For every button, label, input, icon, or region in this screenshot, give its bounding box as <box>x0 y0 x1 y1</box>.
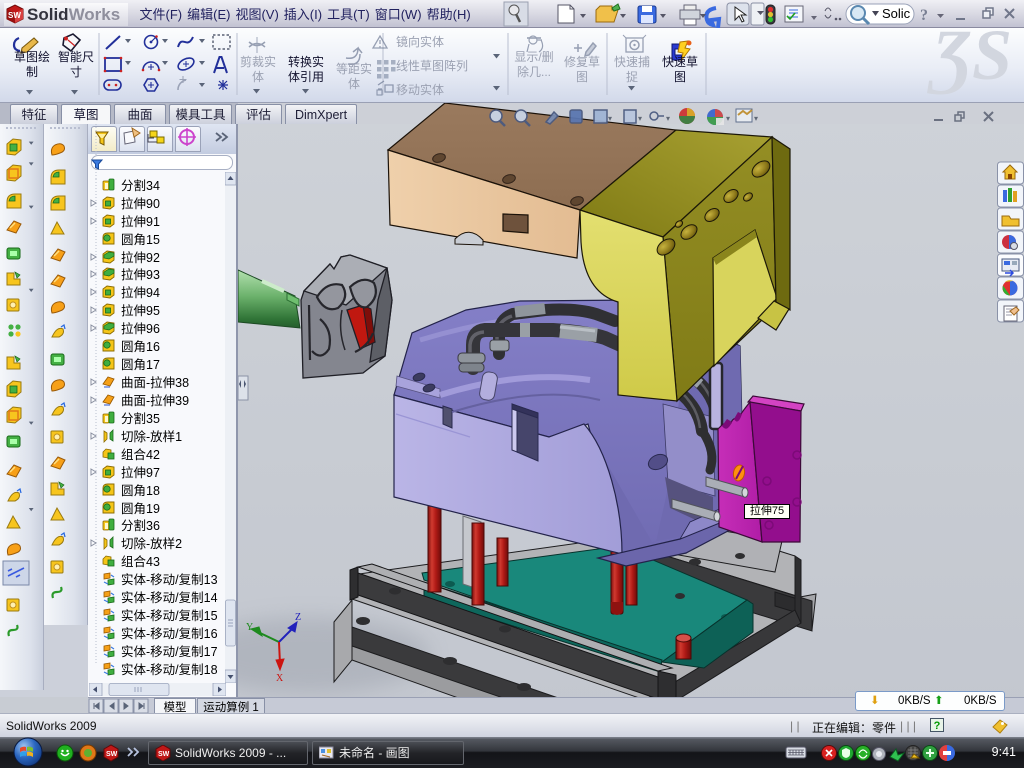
svg-text:拉伸93: 拉伸93 <box>121 267 160 282</box>
svg-text:实体-移动/复制13: 实体-移动/复制13 <box>121 572 218 587</box>
svg-text:曲面-拉伸39: 曲面-拉伸39 <box>121 393 189 408</box>
svg-text:分割36: 分割36 <box>121 518 160 533</box>
svg-text:SolidWorks: SolidWorks <box>27 5 120 24</box>
svg-text:拉伸92: 拉伸92 <box>121 250 160 265</box>
svg-text:实体-移动/复制18: 实体-移动/复制18 <box>121 662 218 677</box>
svg-text:实体-移动/复制15: 实体-移动/复制15 <box>121 608 218 623</box>
svg-text:拉伸90: 拉伸90 <box>121 196 160 211</box>
svg-text:切除-放样1: 切除-放样1 <box>121 429 182 444</box>
svg-text:Solic: Solic <box>882 6 911 21</box>
svg-text:拉伸94: 拉伸94 <box>121 285 160 300</box>
svg-text:SW: SW <box>106 751 118 758</box>
svg-text:拉伸95: 拉伸95 <box>121 303 160 318</box>
svg-text:曲面-拉伸38: 曲面-拉伸38 <box>121 375 189 390</box>
svg-text:圆角15: 圆角15 <box>121 233 160 247</box>
svg-text:圆角17: 圆角17 <box>121 358 160 372</box>
svg-text:分割35: 分割35 <box>121 411 160 426</box>
svg-text:圆角18: 圆角18 <box>121 484 160 498</box>
svg-text:?: ? <box>920 7 928 24</box>
svg-text:分割34: 分割34 <box>121 178 160 193</box>
svg-text:实体-移动/复制16: 实体-移动/复制16 <box>121 626 218 641</box>
svg-text:圆角16: 圆角16 <box>121 340 160 354</box>
svg-text:拉伸91: 拉伸91 <box>121 214 160 229</box>
svg-text:圆角19: 圆角19 <box>121 502 160 516</box>
svg-text:SW: SW <box>8 11 21 20</box>
svg-text:实体-移动/复制17: 实体-移动/复制17 <box>121 644 218 659</box>
svg-text:拉伸97: 拉伸97 <box>121 465 160 480</box>
svg-text:切除-放样2: 切除-放样2 <box>121 536 182 551</box>
svg-text:实体-移动/复制14: 实体-移动/复制14 <box>121 590 218 605</box>
svg-text:组合43: 组合43 <box>121 554 160 569</box>
svg-text:SW: SW <box>158 751 170 758</box>
svg-text:拉伸96: 拉伸96 <box>121 321 160 336</box>
svg-text:组合42: 组合42 <box>121 447 160 462</box>
